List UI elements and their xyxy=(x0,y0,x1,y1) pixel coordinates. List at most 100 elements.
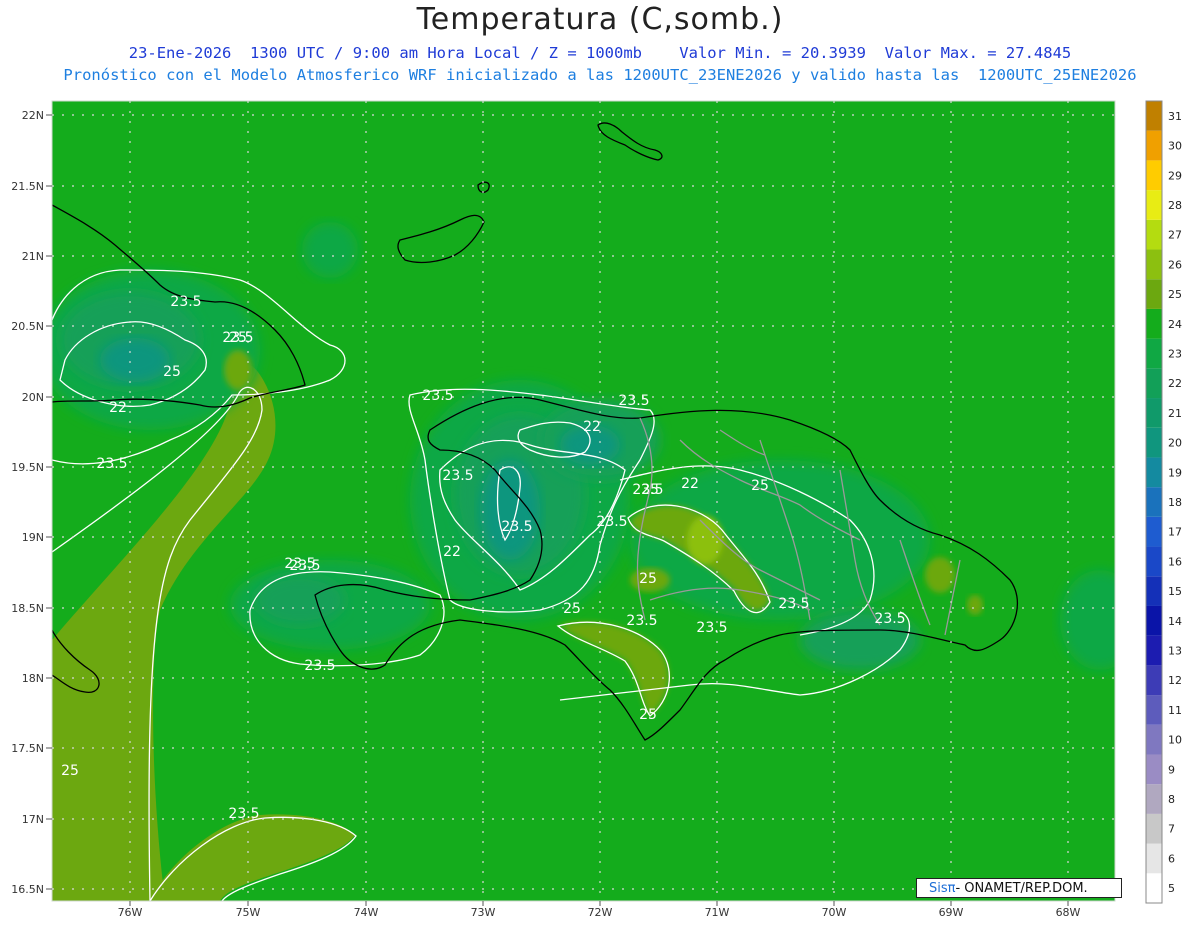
contour-label: 23.5 xyxy=(228,806,259,822)
lat-tick-label: 20.5N xyxy=(11,320,44,333)
lat-tick-label: 17.5N xyxy=(11,742,44,755)
latitude-axis: 22N 21.5N 21N 20.5N 20N 19.5N 19N 18.5N 18N 17.5N… xyxy=(11,109,52,896)
contour-label: 23.5 xyxy=(284,556,315,572)
colorbar-swatch xyxy=(1146,695,1162,725)
colorbar-label: 14 xyxy=(1168,615,1182,628)
colorbar-swatch xyxy=(1146,160,1162,191)
lon-tick-label: 75W xyxy=(236,906,261,919)
colorbar-label: 30 xyxy=(1168,140,1182,153)
lat-tick-label: 17N xyxy=(22,813,44,826)
contour-label: 23.5 xyxy=(422,388,453,404)
contour-label: 25 xyxy=(61,763,79,779)
contour-label: 25 xyxy=(751,478,769,494)
colorbar-swatch xyxy=(1146,130,1162,161)
colorbar-label: 5 xyxy=(1168,882,1175,895)
temperature-colorbar: 5 6 7 8 9 10 11 12 13 14 15 16 17 18 19 20 21 22 23 24 25 26 2… xyxy=(1145,100,1182,904)
contour-label: 23.5 xyxy=(618,393,649,409)
contour-label: 25 xyxy=(639,707,657,723)
contour-label: 22 xyxy=(681,476,699,492)
colorbar-swatch xyxy=(1146,308,1162,339)
source-badge: Sisπ - ONAMET/REP.DOM. xyxy=(916,878,1122,898)
colorbar-label: 18 xyxy=(1168,496,1182,509)
colorbar-label: 26 xyxy=(1168,258,1182,271)
contour-label: 22 xyxy=(583,419,601,435)
lat-tick-label: 21N xyxy=(22,250,44,263)
lon-tick-label: 71W xyxy=(705,906,730,919)
colorbar-swatch xyxy=(1146,843,1162,874)
contour-label: 23.5 xyxy=(874,611,905,627)
lon-tick-label: 72W xyxy=(588,906,613,919)
colorbar-label: 7 xyxy=(1168,823,1175,836)
colorbar-swatch xyxy=(1146,219,1162,250)
contour-label: 22 xyxy=(443,544,461,560)
colorbar-swatch xyxy=(1146,398,1162,428)
lat-tick-label: 18.5N xyxy=(11,602,44,615)
source-text: - ONAMET/REP.DOM. xyxy=(955,880,1088,896)
colorbar-label: 24 xyxy=(1168,318,1182,331)
colorbar-label: 9 xyxy=(1168,763,1175,776)
colorbar-swatch xyxy=(1146,724,1162,755)
contour-label: 25 xyxy=(641,482,659,498)
longitude-axis: 76W 75W 74W 73W 72W 71W 70W 69W 68W xyxy=(118,901,1081,919)
colorbar-swatch xyxy=(1146,873,1162,903)
colorbar-swatch xyxy=(1146,487,1162,517)
colorbar-label: 29 xyxy=(1168,169,1182,182)
colorbar-swatch xyxy=(1146,576,1162,606)
lat-tick-label: 22N xyxy=(22,109,44,122)
lat-tick-label: 21.5N xyxy=(11,180,44,193)
colorbar-swatch xyxy=(1146,101,1162,131)
colorbar-label: 12 xyxy=(1168,674,1182,687)
brand-logo-text: Sisπ xyxy=(929,880,956,896)
contour-label: 23.5 xyxy=(96,456,127,472)
contour-label: 25 xyxy=(639,571,657,587)
lat-tick-label: 20N xyxy=(22,391,44,404)
colorbar-swatch xyxy=(1146,279,1162,309)
colorbar-label: 19 xyxy=(1168,466,1182,479)
colorbar-label: 25 xyxy=(1168,288,1182,301)
colorbar-swatch xyxy=(1146,665,1162,696)
colorbar-label: 13 xyxy=(1168,645,1182,658)
lat-tick-label: 19N xyxy=(22,531,44,544)
colorbar-swatch xyxy=(1146,546,1162,577)
colorbar-swatch xyxy=(1146,368,1162,399)
colorbar-swatch xyxy=(1146,813,1162,844)
colorbar-swatch xyxy=(1146,427,1162,458)
contour-label: 23.5 xyxy=(778,596,809,612)
lon-tick-label: 73W xyxy=(471,906,496,919)
colorbar-swatch xyxy=(1146,605,1162,636)
colorbar-label: 17 xyxy=(1168,526,1182,539)
colorbar-label: 16 xyxy=(1168,555,1182,568)
colorbar-label: 10 xyxy=(1168,734,1182,747)
colorbar-swatch xyxy=(1146,516,1162,547)
contour-label: 23.5 xyxy=(696,620,727,636)
colorbar-label: 23 xyxy=(1168,347,1182,360)
colorbar-swatch xyxy=(1146,635,1162,666)
colorbar-swatch xyxy=(1146,784,1162,814)
contour-label: 25 xyxy=(229,330,247,346)
contour-label: 23.5 xyxy=(170,294,201,310)
colorbar-swatch xyxy=(1146,338,1162,369)
colorbar-label: 15 xyxy=(1168,585,1182,598)
colorbar-label: 28 xyxy=(1168,199,1182,212)
colorbar-label: 22 xyxy=(1168,377,1182,390)
contour-label: 25 xyxy=(563,601,581,617)
contour-label: 23.5 xyxy=(501,519,532,535)
contour-label: 23.5 xyxy=(442,468,473,484)
colorbar-swatch xyxy=(1146,249,1162,280)
colorbar-swatch xyxy=(1146,754,1162,785)
colorbar-label: 8 xyxy=(1168,793,1175,806)
lat-tick-label: 18N xyxy=(22,672,44,685)
colorbar-label: 6 xyxy=(1168,852,1175,865)
colorbar-swatch xyxy=(1146,457,1162,488)
colorbar-swatch xyxy=(1146,190,1162,220)
colorbar-label: 27 xyxy=(1168,229,1182,242)
lat-tick-label: 16.5N xyxy=(11,883,44,896)
lat-tick-label: 19.5N xyxy=(11,461,44,474)
lon-tick-label: 74W xyxy=(354,906,379,919)
contour-label: 25 xyxy=(163,364,181,380)
colorbar-label: 11 xyxy=(1168,704,1182,717)
colorbar-label: 20 xyxy=(1168,437,1182,450)
contour-label: 23.5 xyxy=(626,613,657,629)
temperature-map: 23.5 23.5 25 22 23.5 23.5 23.5 22 23.5 22 25 23.5 23… xyxy=(11,100,1182,919)
colorbar-label: 31 xyxy=(1168,110,1182,123)
